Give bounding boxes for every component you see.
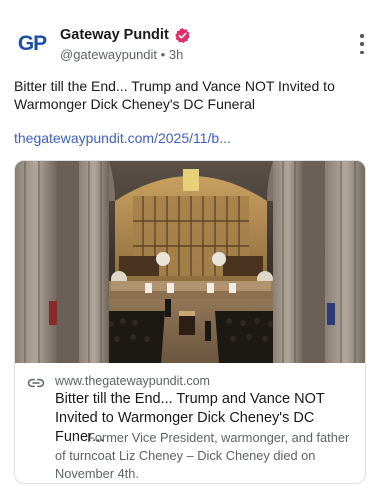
display-name[interactable]: Gateway Pundit: [60, 27, 169, 43]
meta-separator: •: [160, 47, 166, 62]
link-icon: [27, 378, 45, 388]
more-dot: [360, 42, 364, 46]
avatar[interactable]: GP: [14, 26, 50, 62]
verified-badge-icon: [174, 27, 190, 43]
more-dot: [360, 34, 364, 38]
card-info[interactable]: www.thegatewaypundit.com Bitter till the…: [15, 363, 365, 483]
post-meta: @gatewaypundit • 3h: [60, 47, 191, 62]
post-header: GP Gateway Pundit @gatewaypundit • 3h: [14, 24, 370, 64]
more-vertical-icon[interactable]: [358, 34, 366, 54]
post[interactable]: GP Gateway Pundit @gatewaypundit • 3h Bi…: [0, 0, 381, 500]
post-text: Bitter till the End... Trump and Vance N…: [14, 78, 335, 112]
post-link[interactable]: thegatewaypundit.com/2025/11/b...: [14, 130, 231, 146]
card-description: Former Vice President, warmonger, and fa…: [55, 430, 350, 481]
timestamp[interactable]: 3h: [169, 47, 183, 62]
display-name-row: Gateway Pundit: [60, 26, 191, 44]
avatar-logo-text: GP: [17, 32, 47, 55]
link-preview-card[interactable]: www.thegatewaypundit.com Bitter till the…: [14, 160, 366, 484]
author-block: Gateway Pundit @gatewaypundit • 3h: [60, 26, 191, 62]
card-domain: www.thegatewaypundit.com: [55, 374, 210, 388]
card-image[interactable]: [15, 161, 366, 363]
handle[interactable]: @gatewaypundit: [60, 47, 157, 62]
more-dot: [360, 50, 364, 54]
